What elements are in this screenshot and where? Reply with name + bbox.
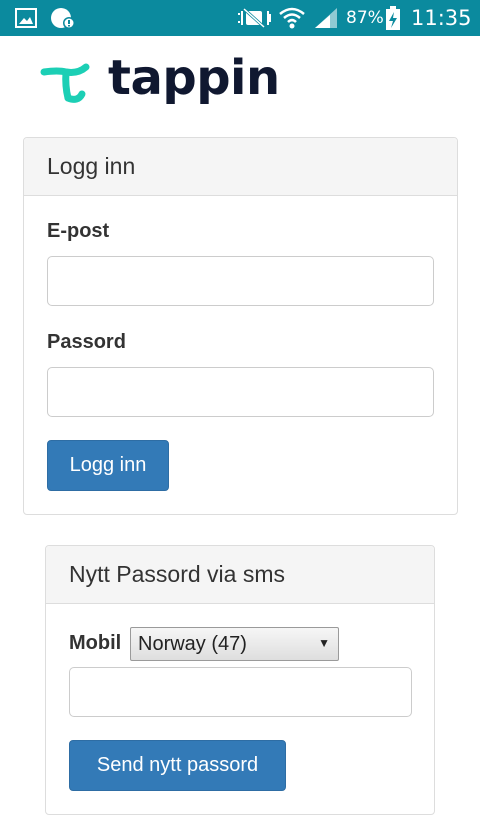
gallery-icon [14,0,38,36]
country-select-value: Norway (47) [138,632,247,655]
password-label: Passord [47,331,126,353]
login-button[interactable]: Logg inn [47,440,169,491]
battery-percent: 87% [346,8,384,28]
brand-name: tappin [108,50,280,106]
sms-reset-panel-title: Nytt Passord via sms [46,546,434,604]
brand-logo: tappin [38,50,280,116]
wifi-icon [278,0,306,36]
status-bar: 87% 11:35 [0,0,480,36]
email-field[interactable] [47,256,434,306]
country-select[interactable]: Norway (47) ▼ [130,627,339,661]
login-panel: Logg inn E-post Passord Logg inn [23,137,458,515]
send-new-password-button[interactable]: Send nytt passord [69,740,286,791]
signal-icon [312,0,340,36]
login-panel-title: Logg inn [24,138,457,196]
mobile-label: Mobil [69,632,122,654]
dropdown-arrow-icon: ▼ [318,636,330,650]
sms-reset-panel: Nytt Passord via sms Mobil Norway (47) ▼… [45,545,435,815]
phone-field[interactable] [69,667,412,717]
password-field[interactable] [47,367,434,417]
email-label: E-post [47,220,110,242]
clock: 11:35 [411,6,472,30]
tappin-mark-icon [40,63,90,103]
battery-charging-icon [385,0,401,36]
mute-icon [236,0,272,36]
notification-app-icon [50,0,76,36]
